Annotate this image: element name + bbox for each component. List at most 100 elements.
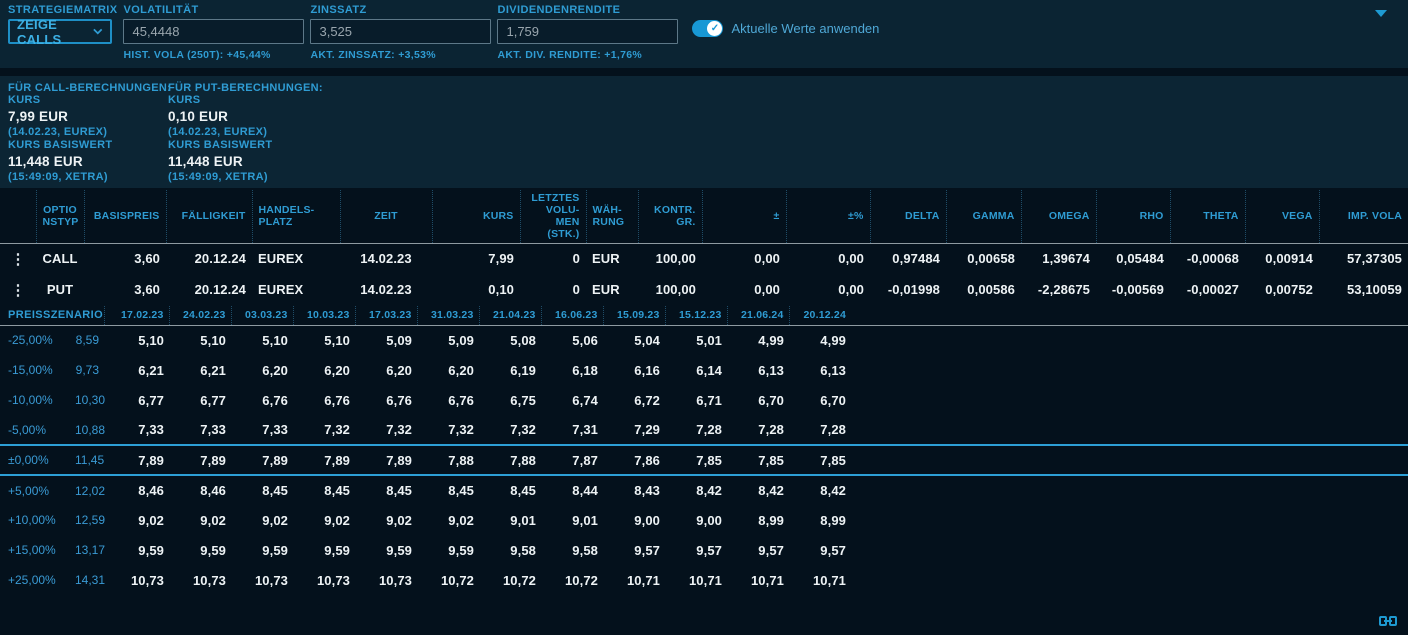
strategy-toolbar: STRATEGIEMATRIX ZEIGE CALLS VOLATILITÄT … bbox=[0, 0, 1408, 68]
scenario-value-cell: 7,28 bbox=[665, 415, 727, 445]
scenario-date-header: 24.02.23 bbox=[169, 306, 231, 325]
options-column-header: OPTIO NSTYP bbox=[36, 190, 84, 243]
options-cell: 0,00 bbox=[786, 243, 870, 274]
filler-cell bbox=[851, 355, 1408, 385]
scenario-row: +5,00%12,028,468,468,458,458,458,458,458… bbox=[0, 475, 1408, 505]
options-column-header: LETZTES VOLU- MEN (STK.) bbox=[520, 190, 586, 243]
scenario-value-cell: 8,45 bbox=[355, 475, 417, 505]
put-kurs-label: KURS bbox=[168, 94, 323, 106]
scenario-value-cell: 6,75 bbox=[479, 385, 541, 415]
scenario-value-cell: 7,28 bbox=[789, 415, 851, 445]
scenario-value-cell: 7,33 bbox=[169, 415, 231, 445]
options-header-row: OPTIO NSTYPBASISPREISFÄLLIGKEITHANDELS- … bbox=[0, 190, 1408, 243]
scenario-value-cell: 9,00 bbox=[665, 505, 727, 535]
scenario-value-cell: 6,76 bbox=[355, 385, 417, 415]
options-cell: 0,97484 bbox=[870, 243, 946, 274]
scenario-percent-cell: +10,00% bbox=[0, 505, 70, 535]
options-cell: 20.12.24 bbox=[166, 243, 252, 274]
filler-cell bbox=[851, 565, 1408, 595]
row-menu-cell: ⋮ bbox=[0, 243, 36, 274]
put-info-title: FÜR PUT-BERECHNUNGEN: bbox=[168, 82, 323, 94]
scenario-base-price-cell: 12,02 bbox=[70, 475, 104, 505]
scenario-value-cell: 9,02 bbox=[293, 505, 355, 535]
scenario-value-cell: 10,73 bbox=[355, 565, 417, 595]
scenario-date-header: 15.09.23 bbox=[603, 306, 665, 325]
scenario-value-cell: 7,32 bbox=[293, 415, 355, 445]
options-column-header bbox=[0, 190, 36, 243]
scenario-value-cell: 10,71 bbox=[665, 565, 727, 595]
scenario-row: +15,00%13,179,599,599,599,599,599,599,58… bbox=[0, 535, 1408, 565]
options-column-header: ± bbox=[702, 190, 786, 243]
scenario-value-cell: 7,85 bbox=[789, 445, 851, 475]
call-info-block: FÜR CALL-BERECHNUNGEN: KURS 7,99 EUR (14… bbox=[8, 82, 171, 184]
options-cell: EUR bbox=[586, 243, 638, 274]
scenario-value-cell: 6,72 bbox=[603, 385, 665, 415]
options-cell: 0,00586 bbox=[946, 274, 1021, 305]
scenario-table-body: -25,00%8,595,105,105,105,105,095,095,085… bbox=[0, 325, 1408, 595]
scenario-value-cell: 6,74 bbox=[541, 385, 603, 415]
scenario-value-cell: 9,57 bbox=[789, 535, 851, 565]
scenario-value-cell: 9,02 bbox=[231, 505, 293, 535]
scenario-base-price-cell: 10,30 bbox=[70, 385, 104, 415]
scenario-base-price-cell: 12,59 bbox=[70, 505, 104, 535]
filler-cell bbox=[851, 385, 1408, 415]
dividendenrendite-label: DIVIDENDENRENDITE bbox=[497, 4, 678, 16]
call-basis-source: (15:49:09, XETRA) bbox=[8, 171, 171, 183]
scenario-value-cell: 5,08 bbox=[479, 325, 541, 355]
scenario-value-cell: 4,99 bbox=[789, 325, 851, 355]
scenario-value-cell: 8,42 bbox=[789, 475, 851, 505]
scenario-value-cell: 8,45 bbox=[479, 475, 541, 505]
scenario-value-cell: 7,29 bbox=[603, 415, 665, 445]
strategiematrix-select[interactable]: ZEIGE CALLS bbox=[8, 19, 112, 44]
options-cell: 0,00 bbox=[786, 274, 870, 305]
scenario-value-cell: 9,01 bbox=[541, 505, 603, 535]
options-row[interactable]: ⋮PUT3,6020.12.24EUREX14.02.230,100EUR100… bbox=[0, 274, 1408, 305]
scenario-value-cell: 6,20 bbox=[355, 355, 417, 385]
options-column-header: KONTR. GR. bbox=[638, 190, 702, 243]
scenario-date-header: 17.03.23 bbox=[355, 306, 417, 325]
scenario-value-cell: 8,42 bbox=[727, 475, 789, 505]
scenario-value-cell: 9,59 bbox=[104, 535, 169, 565]
dividendenrendite-input[interactable] bbox=[497, 19, 678, 44]
scenario-value-cell: 9,59 bbox=[355, 535, 417, 565]
scenario-value-cell: 9,59 bbox=[293, 535, 355, 565]
scenario-value-cell: 6,71 bbox=[665, 385, 727, 415]
scenario-value-cell: 6,21 bbox=[104, 355, 169, 385]
options-cell: 0,00658 bbox=[946, 243, 1021, 274]
volatilitaet-input[interactable] bbox=[123, 19, 304, 44]
scenario-row: +25,00%14,3110,7310,7310,7310,7310,7310,… bbox=[0, 565, 1408, 595]
kebab-menu-icon[interactable]: ⋮ bbox=[6, 251, 29, 268]
options-cell: 14.02.23 bbox=[340, 274, 432, 305]
scenario-value-cell: 7,89 bbox=[293, 445, 355, 475]
scenario-base-price-cell: 13,17 bbox=[70, 535, 104, 565]
apply-current-values-toggle[interactable]: ✓ bbox=[692, 20, 723, 37]
options-table-body: ⋮CALL3,6020.12.24EUREX14.02.237,990EUR10… bbox=[0, 243, 1408, 305]
call-basis-label: KURS BASISWERT bbox=[8, 139, 171, 151]
zinssatz-input[interactable] bbox=[310, 19, 491, 44]
scenario-value-cell: 5,09 bbox=[417, 325, 479, 355]
scenario-base-price-cell: 10,88 bbox=[70, 415, 104, 445]
scenario-value-cell: 6,13 bbox=[789, 355, 851, 385]
options-column-header: DELTA bbox=[870, 190, 946, 243]
kebab-menu-icon[interactable]: ⋮ bbox=[6, 282, 29, 299]
options-cell: EUR bbox=[586, 274, 638, 305]
scenario-value-cell: 10,71 bbox=[789, 565, 851, 595]
scenario-value-cell: 10,72 bbox=[541, 565, 603, 595]
scenario-value-cell: 6,16 bbox=[603, 355, 665, 385]
dividendenrendite-group: DIVIDENDENRENDITE AKT. DIV. RENDITE: +1,… bbox=[497, 4, 678, 61]
put-basis-source: (15:49:09, XETRA) bbox=[168, 171, 323, 183]
options-cell: 0,00914 bbox=[1245, 243, 1319, 274]
option-type-cell: PUT bbox=[36, 274, 84, 305]
scenario-date-header: 10.03.23 bbox=[293, 306, 355, 325]
collapse-panel-icon[interactable] bbox=[1375, 10, 1387, 17]
scenario-value-cell: 6,76 bbox=[231, 385, 293, 415]
apply-current-values-toggle-group: ✓ Aktuelle Werte anwenden bbox=[692, 20, 879, 37]
scenario-value-cell: 8,99 bbox=[789, 505, 851, 535]
options-column-header: IMP. VOLA bbox=[1319, 190, 1408, 243]
scenario-base-price-cell: 8,59 bbox=[70, 325, 104, 355]
options-row[interactable]: ⋮CALL3,6020.12.24EUREX14.02.237,990EUR10… bbox=[0, 243, 1408, 274]
scenario-value-cell: 6,20 bbox=[231, 355, 293, 385]
scenario-value-cell: 9,02 bbox=[355, 505, 417, 535]
link-icon[interactable] bbox=[1379, 615, 1397, 627]
strategiematrix-group: STRATEGIEMATRIX ZEIGE CALLS bbox=[8, 4, 117, 44]
